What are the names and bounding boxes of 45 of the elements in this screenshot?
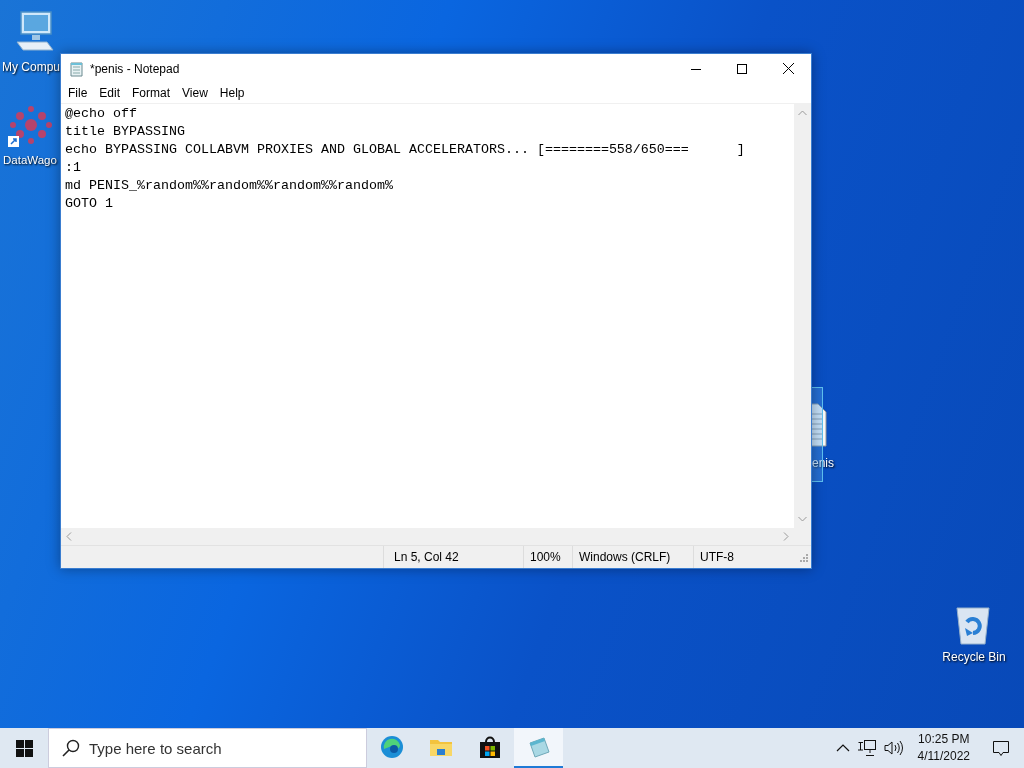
menu-item[interactable]: Format (126, 86, 177, 100)
scroll-up-icon[interactable] (798, 110, 807, 116)
horizontal-scrollbar[interactable] (61, 528, 811, 545)
browser-icon (379, 735, 404, 759)
scroll-down-icon[interactable] (798, 516, 807, 522)
maximize-icon (737, 63, 747, 74)
menu-item[interactable]: Help (213, 86, 251, 100)
icon-label[interactable]: enis (812, 456, 834, 470)
network-icon (857, 740, 876, 756)
clock-time: 10:25 PM (917, 731, 970, 748)
text-line: md PENIS_%random%%random%%random%%random% (65, 177, 394, 195)
notepad-icon (68, 59, 86, 78)
status-text: Windows (CRLF) (572, 546, 693, 568)
clock[interactable]: 10:25 PM 4/11/2022 (907, 731, 978, 765)
volume-icon (883, 740, 904, 756)
shopping-bag-icon (477, 735, 502, 759)
menu-item[interactable]: View (176, 86, 214, 100)
icon-label[interactable]: My Compu (2, 60, 60, 74)
menu-item[interactable]: Edit (93, 86, 127, 100)
windows-logo-icon (15, 739, 33, 757)
text-editor[interactable]: @echo off title BYPASSING echo BYPASSING COLLABVM PROXIES AND GLOBAL ACCELERATORS... [========558/650=== ] :1 md PENIS_%random%%random%%random%%random% GOTO 1 (61, 104, 794, 528)
text-line: echo BYPASSING COLLABVM PROXIES AND GLOBAL ACCELERATORS... [========558/650=== ] (65, 141, 746, 159)
chevron-up-icon (835, 744, 850, 752)
cluster-icon (8, 104, 54, 150)
text-line: @echo off (65, 105, 138, 123)
text-line: :1 (65, 159, 82, 177)
scroll-left-icon[interactable] (66, 532, 72, 541)
text-line: GOTO 1 (65, 195, 114, 213)
scroll-right-icon[interactable] (783, 532, 789, 541)
status-text: UTF-8 (693, 546, 795, 568)
status-text: Ln 5, Col 42 (383, 546, 523, 568)
menu-item[interactable]: File (62, 86, 94, 100)
clock-date: 4/11/2022 (917, 748, 970, 765)
vertical-scrollbar[interactable] (794, 104, 811, 528)
text-line: title BYPASSING (65, 123, 186, 141)
window-title: *penis - Notepad (90, 61, 181, 76)
search-field[interactable]: Type here to search (48, 728, 367, 768)
icon-label[interactable]: DataWago (3, 154, 57, 166)
resize-grip-icon (797, 551, 809, 563)
search-icon (62, 739, 80, 757)
speech-bubble-icon (992, 739, 1010, 757)
icon-label[interactable]: Recycle Bin (942, 650, 1006, 664)
notepad-icon (526, 735, 551, 759)
close-icon (782, 63, 794, 74)
status-text: 100% (523, 546, 572, 568)
